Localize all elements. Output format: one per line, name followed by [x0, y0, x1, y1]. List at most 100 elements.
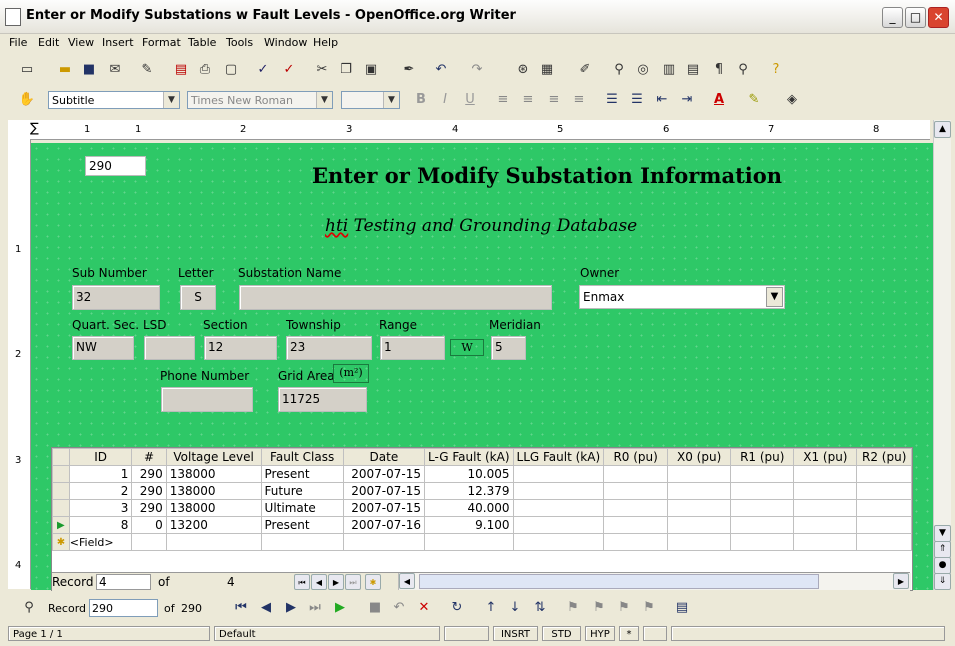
find-record-icon[interactable]: ⚲ [20, 599, 38, 617]
new-record-icon[interactable]: ✱ [52, 533, 70, 551]
column-header[interactable]: R0 (pu) [603, 448, 669, 466]
table-row[interactable]: 2 290 138000 Future 2007-07-15 12.379 [52, 482, 912, 500]
cell[interactable] [260, 533, 344, 551]
cell[interactable]: 2 [68, 482, 133, 500]
cell[interactable] [793, 516, 858, 534]
cell[interactable] [131, 533, 167, 551]
record-id-field[interactable]: 290 [85, 156, 146, 176]
column-header[interactable]: X1 (pu) [793, 448, 858, 466]
hyperlink-mode-status[interactable]: HYP [585, 626, 615, 641]
cell[interactable]: 40.000 [424, 499, 514, 517]
writer-app-icon[interactable] [5, 8, 21, 26]
form-record-input[interactable]: 290 [89, 599, 158, 617]
menu-view[interactable]: View [68, 36, 94, 49]
insert-mode-status[interactable]: INSRT [493, 626, 538, 641]
data-sources-icon[interactable]: ▤ [684, 61, 702, 79]
cell[interactable] [512, 516, 605, 534]
cell[interactable] [730, 465, 795, 483]
menu-help[interactable]: Help [313, 36, 338, 49]
new-document-icon[interactable]: ▭ [18, 61, 36, 79]
cell[interactable]: 10.005 [424, 465, 514, 483]
cell[interactable]: 2007-07-16 [342, 516, 426, 534]
cell[interactable]: 290 [131, 465, 167, 483]
selection-mode-status[interactable]: STD [542, 626, 581, 641]
italic-icon[interactable]: I [436, 91, 454, 109]
open-icon[interactable]: ▬ [56, 61, 74, 79]
redo-icon[interactable]: ↷ [468, 61, 486, 79]
cell[interactable] [667, 465, 732, 483]
cell[interactable] [512, 499, 605, 517]
column-header[interactable]: Voltage Level [165, 448, 262, 466]
paragraph-style-select[interactable]: Subtitle ▼ [48, 91, 180, 109]
sub-number-field[interactable]: 32 [72, 285, 160, 310]
cell[interactable] [603, 516, 669, 534]
quart-sec-field[interactable]: NW [72, 336, 134, 360]
cell[interactable] [667, 516, 732, 534]
column-header[interactable]: # [131, 448, 167, 466]
bullets-icon[interactable]: ☰ [628, 91, 646, 109]
cell[interactable] [667, 533, 732, 551]
form-filter-icon[interactable]: ⚑ [615, 599, 633, 617]
print-icon[interactable]: ⎙ [196, 61, 214, 79]
column-header[interactable]: Fault Class [260, 448, 344, 466]
cell[interactable]: 0 [131, 516, 167, 534]
column-header[interactable]: LLG Fault (kA) [512, 448, 605, 466]
cell[interactable]: 8 [68, 516, 133, 534]
delete-record-icon[interactable]: ✕ [415, 599, 433, 617]
minimize-button[interactable]: _ [882, 7, 903, 28]
new-record-icon[interactable]: ▶ [331, 599, 349, 617]
cell[interactable]: 13200 [165, 516, 262, 534]
row-selector[interactable] [52, 482, 70, 500]
previous-record-icon[interactable]: ◀ [311, 574, 327, 590]
numbering-icon[interactable]: ☰ [603, 91, 621, 109]
save-icon[interactable]: ■ [80, 61, 98, 79]
cell[interactable] [730, 533, 795, 551]
cell[interactable] [856, 465, 912, 483]
cell[interactable] [603, 499, 669, 517]
column-header[interactable]: L-G Fault (kA) [424, 448, 514, 466]
substation-name-field[interactable] [239, 285, 552, 310]
background-color-icon[interactable]: ◈ [783, 91, 801, 109]
current-row-icon[interactable]: ▶ [52, 516, 70, 534]
cell[interactable]: Ultimate [260, 499, 344, 517]
new-record-field[interactable]: <Field> [68, 533, 133, 551]
fault-levels-grid[interactable]: ID # Voltage Level Fault Class Date L-G … [51, 447, 913, 591]
sort-descending-icon[interactable]: ↓ [506, 599, 524, 617]
zoom-status[interactable] [444, 626, 489, 641]
row-selector[interactable] [52, 465, 70, 483]
scroll-right-icon[interactable]: ▶ [893, 573, 909, 589]
scroll-up-icon[interactable]: ▲ [934, 121, 951, 138]
menu-tools[interactable]: Tools [226, 36, 253, 49]
cell[interactable] [793, 533, 858, 551]
table-row[interactable]: 3 290 138000 Ultimate 2007-07-15 40.000 [52, 499, 912, 517]
vertical-scrollbar[interactable]: ▲ ▼ ⇑ ● ⇓ [933, 120, 951, 590]
cell[interactable] [793, 465, 858, 483]
cell[interactable] [603, 482, 669, 500]
vertical-ruler[interactable]: 1 2 3 4 [8, 139, 31, 589]
underline-icon[interactable]: U [461, 91, 479, 109]
cell[interactable] [856, 499, 912, 517]
section-field[interactable]: 12 [204, 336, 277, 360]
maximize-button[interactable]: □ [905, 7, 926, 28]
show-draw-functions-icon[interactable]: ✐ [576, 61, 594, 79]
next-record-icon[interactable]: ▶ [282, 599, 300, 617]
highlighting-icon[interactable]: ✎ [745, 91, 763, 109]
owner-select[interactable]: Enmax ▼ [579, 285, 785, 309]
new-record-nav-icon[interactable]: ✱ [365, 574, 381, 590]
previous-record-icon[interactable]: ◀ [257, 599, 275, 617]
bold-icon[interactable]: B [412, 91, 430, 109]
spellcheck-icon[interactable]: ✓ [254, 61, 272, 79]
nonprinting-chars-icon[interactable]: ¶ [710, 61, 728, 79]
cell[interactable]: 2007-07-15 [342, 499, 426, 517]
save-record-icon[interactable]: ■ [366, 599, 384, 617]
justify-icon[interactable]: ≡ [570, 91, 588, 109]
next-record-icon[interactable]: ▶ [328, 574, 344, 590]
align-right-icon[interactable]: ≡ [545, 91, 563, 109]
cell[interactable] [342, 533, 426, 551]
copy-icon[interactable]: ❐ [337, 61, 355, 79]
cell[interactable] [730, 482, 795, 500]
autospellcheck-icon[interactable]: ✓ [280, 61, 298, 79]
column-header[interactable]: R1 (pu) [730, 448, 795, 466]
township-field[interactable]: 23 [286, 336, 372, 360]
cell[interactable]: 2007-07-15 [342, 465, 426, 483]
